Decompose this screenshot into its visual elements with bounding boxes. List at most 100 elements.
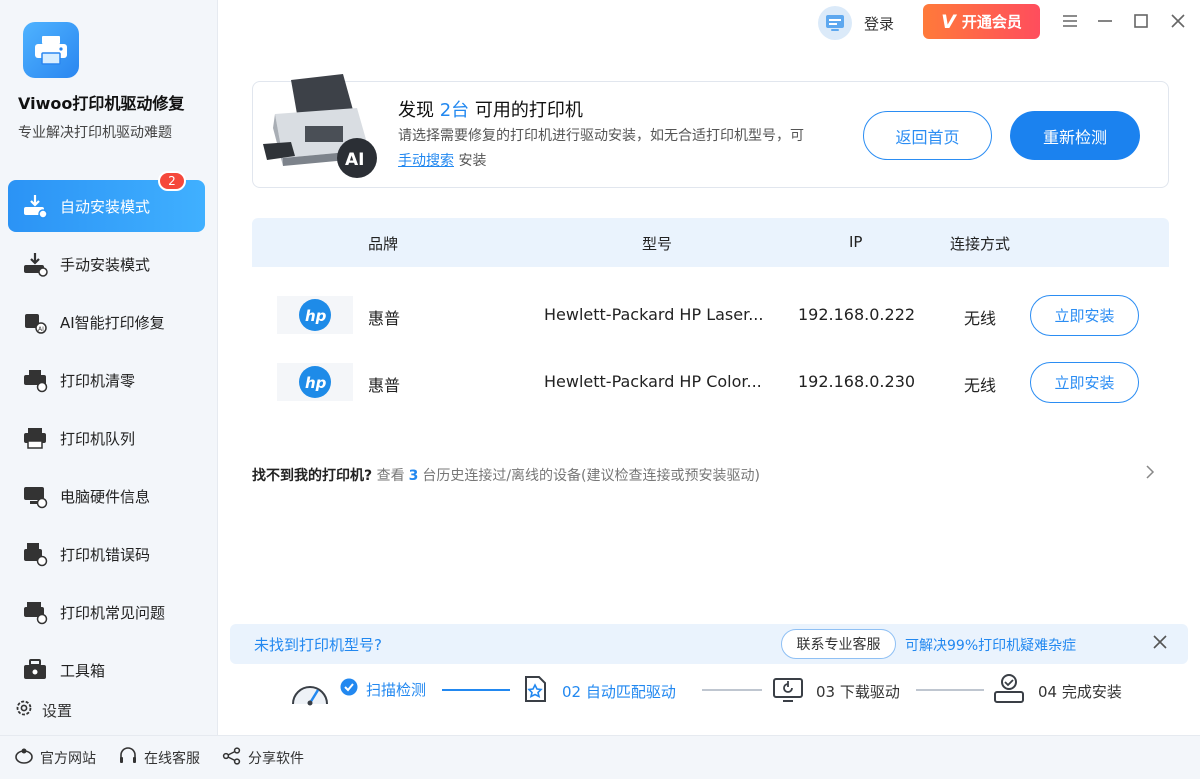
chevron-right-icon	[1145, 465, 1155, 483]
notification-badge: 2	[158, 171, 186, 191]
sidebar-item-label: 工具箱	[60, 661, 106, 680]
model-cell: Hewlett-Packard HP Laser...	[544, 305, 764, 324]
step-scan: 扫描检测	[340, 678, 426, 700]
match-driver-icon	[520, 674, 550, 708]
vip-icon: V	[941, 10, 956, 33]
complete-install-icon	[992, 672, 1026, 710]
step-connector	[916, 689, 984, 691]
printer-queue-icon	[20, 423, 50, 453]
footer-bar: 官方网站 在线客服 分享软件	[0, 735, 1200, 779]
history-pre: 查看	[376, 468, 405, 484]
column-header-brand: 品牌	[368, 235, 399, 253]
column-header-connection: 连接方式	[950, 235, 1011, 253]
settings-button[interactable]: 设置	[14, 698, 72, 722]
settings-label: 设置	[42, 701, 73, 720]
printer-reset-icon	[20, 365, 50, 395]
sidebar-item-toolbox[interactable]: 工具箱	[8, 644, 205, 696]
user-avatar-icon	[818, 6, 852, 40]
ip-cell: 192.168.0.222	[798, 305, 916, 324]
close-icon[interactable]	[1152, 634, 1168, 654]
sidebar-item-label: 电脑硬件信息	[60, 487, 151, 506]
share-icon	[222, 746, 242, 769]
table-row: hp 惠普 Hewlett-Packard HP Color... 192.16…	[252, 352, 1169, 412]
vip-label: 开通会员	[961, 13, 1022, 31]
sidebar-item-faq[interactable]: 打印机常见问题	[8, 586, 205, 638]
install-progress-steps: 扫描检测 02 自动匹配驱动 03 下载驱动 04 完成安装	[290, 670, 1170, 714]
brand-cell: 惠普	[368, 376, 401, 395]
notice-tip: 可解决99%打印机疑难杂症	[905, 638, 1077, 654]
table-row: hp 惠普 Hewlett-Packard HP Laser... 192.16…	[252, 285, 1169, 345]
history-devices-link[interactable]: 找不到我的打印机? 查看 3 台历史连接过/离线的设备(建议检查连接或预安装驱动)	[252, 465, 1169, 485]
sidebar-item-label: 自动安装模式	[60, 197, 151, 216]
ai-repair-icon: AI	[20, 307, 50, 337]
step-connector	[442, 689, 510, 691]
svg-text:hp: hp	[305, 307, 327, 325]
svg-text:hp: hp	[305, 374, 327, 392]
share-label: 分享软件	[248, 750, 304, 767]
printer-table-header: 品牌 型号 IP 连接方式	[252, 218, 1169, 267]
official-website-link[interactable]: 官方网站	[14, 747, 96, 769]
column-header-model: 型号	[642, 235, 673, 253]
hp-logo-icon: hp	[277, 363, 353, 401]
app-logo-icon	[23, 22, 79, 78]
maximize-icon[interactable]	[1130, 10, 1152, 32]
toolbox-icon	[20, 655, 50, 685]
speedometer-icon	[290, 674, 330, 706]
share-software-link[interactable]: 分享软件	[222, 746, 304, 769]
sidebar-item-manual-install[interactable]: 手动安装模式	[8, 238, 205, 290]
ip-cell: 192.168.0.230	[798, 372, 916, 391]
history-post: 台历史连接过/离线的设备(建议检查连接或预安装驱动)	[422, 468, 760, 484]
sidebar-item-hardware-info[interactable]: 电脑硬件信息	[8, 470, 205, 522]
app-subtitle: 专业解决打印机驱动难题	[18, 125, 172, 141]
back-home-button[interactable]: 返回首页	[863, 111, 992, 160]
banner-description: 请选择需要修复的打印机进行驱动安装，如无合适打印机型号，可 手动搜索 安装	[398, 124, 818, 174]
website-label: 官方网站	[40, 750, 96, 767]
minimize-icon[interactable]	[1094, 10, 1116, 32]
manual-install-icon	[20, 249, 50, 279]
gear-icon	[14, 698, 34, 722]
sidebar-item-label: 打印机清零	[60, 371, 136, 390]
banner-desc-text: 请选择需要修复的打印机进行驱动安装，如无合适打印机型号，可	[398, 128, 804, 144]
sidebar-item-label: AI智能打印修复	[60, 313, 165, 332]
banner-title: 发现 2台 可用的打印机	[398, 96, 583, 122]
install-button[interactable]: 立即安装	[1030, 295, 1139, 336]
notice-question: 未找到打印机型号?	[254, 636, 382, 654]
download-driver-icon	[772, 674, 804, 708]
online-support-link[interactable]: 在线客服	[118, 746, 200, 769]
step-label: 扫描检测	[366, 680, 427, 699]
hardware-info-icon	[20, 481, 50, 511]
step-download-driver: 03 下载驱动	[772, 674, 900, 708]
printer-illustration-icon: AI	[261, 70, 379, 182]
close-icon[interactable]	[1167, 10, 1189, 32]
sidebar-item-auto-install[interactable]: 自动安装模式 2	[8, 171, 205, 232]
vip-button[interactable]: V 开通会员	[923, 4, 1040, 39]
sidebar-nav: 自动安装模式 2 手动安装模式 AI AI智能打印修复 打印机清零 打印机队列	[8, 171, 205, 702]
website-icon	[14, 747, 34, 769]
sidebar-item-printer-queue[interactable]: 打印机队列	[8, 412, 205, 464]
detection-banner: AI 发现 2台 可用的打印机 请选择需要修复的打印机进行驱动安装，如无合适打印…	[252, 74, 1169, 188]
sidebar-item-ai-repair[interactable]: AI AI智能打印修复	[8, 296, 205, 348]
contact-support-button[interactable]: 联系专业客服	[781, 629, 896, 659]
banner-desc-suffix: 安装	[458, 153, 487, 169]
history-count: 3	[408, 468, 419, 484]
sidebar-item-label: 打印机常见问题	[60, 603, 166, 622]
app-name: Viwoo打印机驱动修复	[18, 94, 185, 113]
connection-cell: 无线	[964, 309, 997, 328]
install-button[interactable]: 立即安装	[1030, 362, 1139, 403]
rescan-button[interactable]: 重新检测	[1010, 111, 1140, 160]
connection-cell: 无线	[964, 376, 997, 395]
login-button[interactable]: 登录	[818, 6, 894, 40]
manual-search-link[interactable]: 手动搜索	[398, 153, 454, 169]
sidebar-item-printer-reset[interactable]: 打印机清零	[8, 354, 205, 406]
sidebar-item-error-code[interactable]: 打印机错误码	[8, 528, 205, 580]
sidebar-item-label: 打印机错误码	[60, 545, 151, 564]
sidebar: Viwoo打印机驱动修复 专业解决打印机驱动难题 自动安装模式 2 手动安装模式…	[0, 0, 218, 735]
model-cell: Hewlett-Packard HP Color...	[544, 372, 762, 391]
headset-icon	[118, 746, 138, 769]
sidebar-item-label: 手动安装模式	[60, 255, 151, 274]
menu-icon[interactable]	[1059, 10, 1081, 32]
check-circle-icon	[340, 678, 358, 700]
faq-icon	[20, 597, 50, 627]
brand-cell: 惠普	[368, 309, 401, 328]
svg-text:AI: AI	[38, 326, 44, 333]
